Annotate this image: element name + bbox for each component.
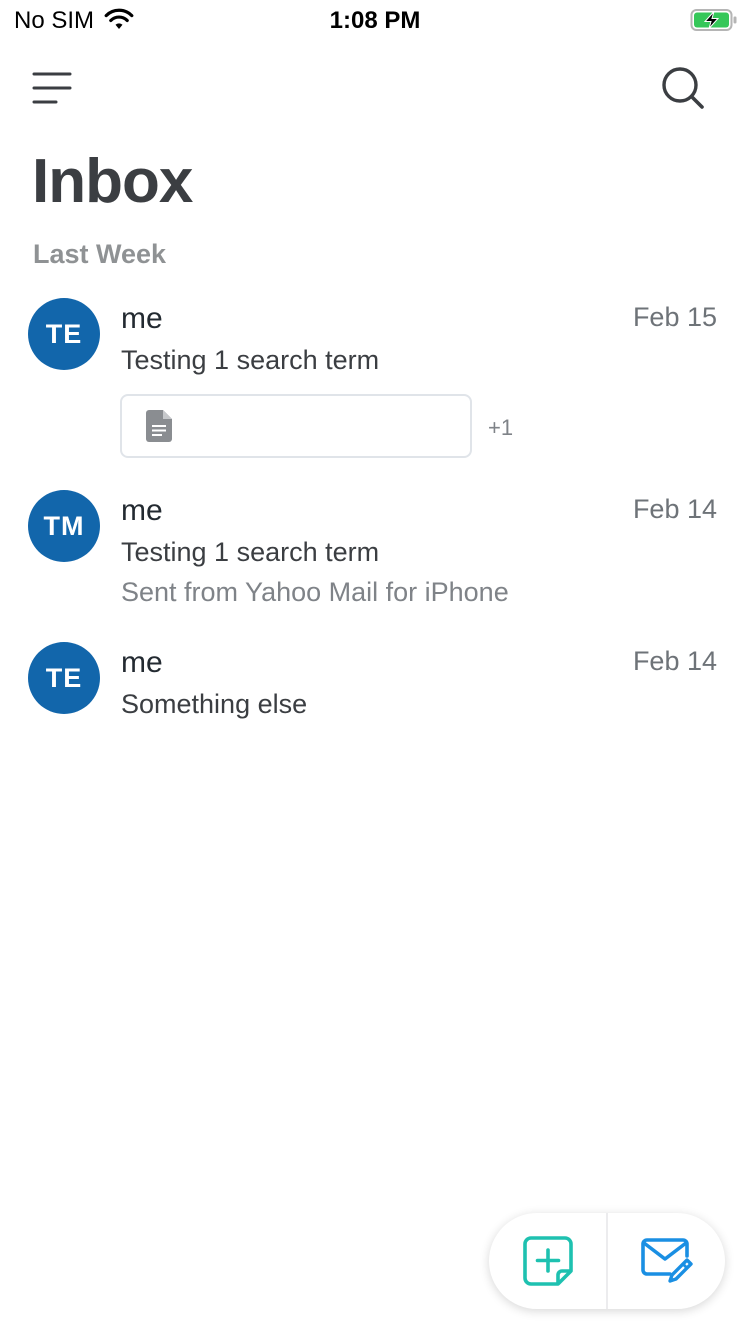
message-sender: me [121, 302, 163, 335]
message-subject: Testing 1 search term [121, 537, 380, 567]
floating-action-bar [489, 1213, 725, 1309]
message-date: Feb 15 [632, 302, 717, 332]
section-header-last-week: Last Week [33, 239, 167, 269]
menu-button[interactable] [26, 64, 78, 112]
clock-time: 1:08 PM [329, 7, 421, 34]
message-subject: Something else [121, 689, 308, 719]
compose-mail-icon [640, 1238, 693, 1283]
message-subject: Testing 1 search term [121, 345, 380, 375]
message-date: Feb 14 [632, 646, 717, 676]
avatar: TE [28, 642, 100, 714]
message-snippet: Sent from Yahoo Mail for iPhone [121, 577, 509, 607]
hamburger-menu-icon [32, 72, 72, 104]
status-bar: No SIM 1:08 PM [0, 0, 750, 40]
battery-charging-icon [690, 8, 738, 37]
search-button[interactable] [656, 62, 710, 114]
page-title: Inbox [32, 147, 193, 216]
search-icon [662, 67, 704, 109]
message-row[interactable]: TE me Feb 15 Testing 1 search term +1 [0, 298, 750, 468]
message-date: Feb 14 [632, 494, 717, 524]
attachment-preview[interactable] [120, 394, 472, 458]
add-note-button[interactable] [489, 1213, 606, 1309]
add-note-icon [522, 1236, 573, 1286]
compose-button[interactable] [608, 1213, 725, 1309]
inbox-screen: No SIM 1:08 PM Inbox Last Week TE me Feb… [0, 0, 750, 1334]
message-sender: me [121, 494, 163, 527]
avatar: TM [28, 490, 100, 562]
document-icon [146, 410, 172, 447]
message-row[interactable]: TE me Feb 14 Something else [0, 642, 750, 732]
message-sender: me [121, 646, 163, 679]
more-attachments-count[interactable]: +1 [488, 415, 513, 441]
message-row[interactable]: TM me Feb 14 Testing 1 search term Sent … [0, 490, 750, 618]
avatar: TE [28, 298, 100, 370]
